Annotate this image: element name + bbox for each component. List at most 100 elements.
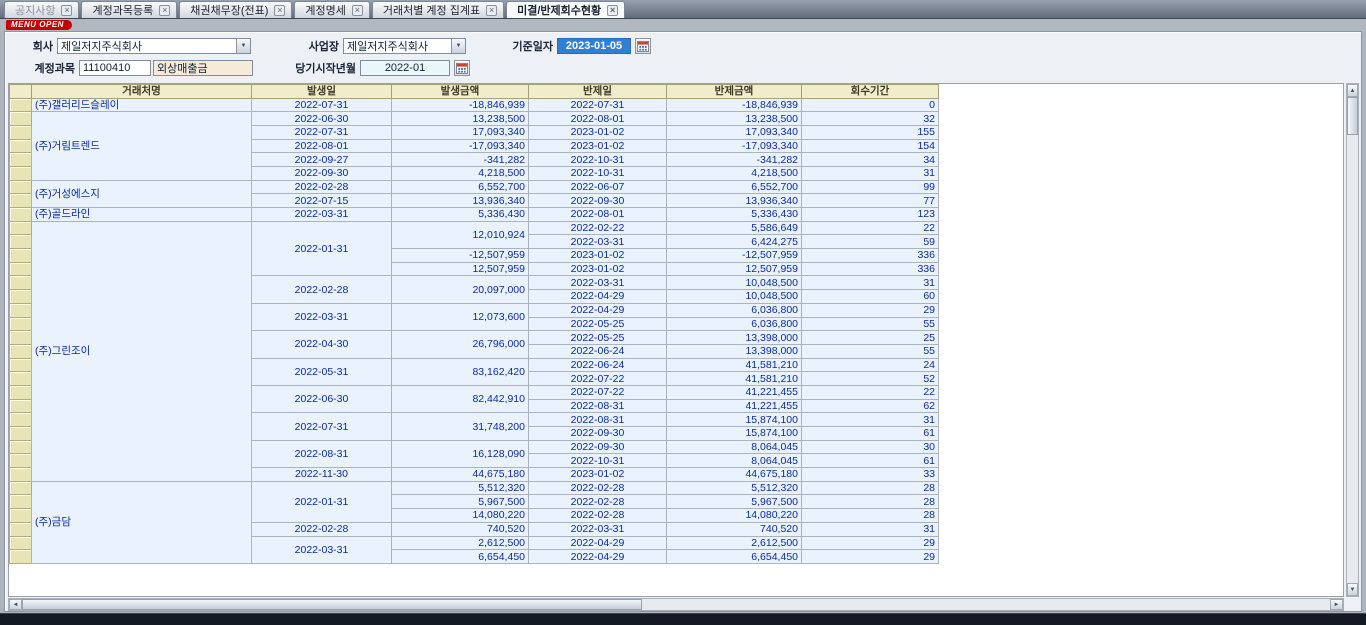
row-selector[interactable] bbox=[10, 358, 32, 372]
collection-days-cell: 32 bbox=[802, 112, 939, 126]
row-selector[interactable] bbox=[10, 317, 32, 331]
settle-amount-cell: 44,675,180 bbox=[667, 468, 802, 482]
row-selector[interactable] bbox=[10, 372, 32, 386]
horizontal-scrollbar[interactable]: ◄ ► bbox=[8, 598, 1344, 611]
settle-amount-cell: 15,874,100 bbox=[667, 427, 802, 441]
table-header-row: 거래처명발생일발생금액반제일반제금액회수기간 bbox=[10, 85, 939, 99]
collection-days-cell: 77 bbox=[802, 194, 939, 208]
row-selector[interactable] bbox=[10, 303, 32, 317]
tab-close-icon[interactable]: × bbox=[486, 5, 497, 16]
row-selector[interactable] bbox=[10, 139, 32, 153]
tab-label: 계정과목등록 bbox=[92, 2, 153, 18]
row-selector[interactable] bbox=[10, 536, 32, 550]
row-selector[interactable] bbox=[10, 454, 32, 468]
tab-close-icon[interactable]: × bbox=[352, 5, 363, 16]
collection-days-cell: 22 bbox=[802, 385, 939, 399]
row-selector[interactable] bbox=[10, 235, 32, 249]
scroll-left-icon[interactable]: ◄ bbox=[9, 599, 22, 610]
tab-거래처별 계정 집계표[interactable]: 거래처별 계정 집계표 × bbox=[372, 1, 504, 18]
row-selector[interactable] bbox=[10, 166, 32, 180]
horizontal-scroll-thumb[interactable] bbox=[22, 599, 642, 610]
row-selector[interactable] bbox=[10, 440, 32, 454]
occur-amount-cell: 12,507,959 bbox=[392, 262, 529, 276]
settle-amount-cell: 15,874,100 bbox=[667, 413, 802, 427]
table-row: (주)갤러리드슬레이2022-07-31-18,846,9392022-07-3… bbox=[10, 98, 939, 112]
settle-amount-cell: 17,093,340 bbox=[667, 125, 802, 139]
row-selector[interactable] bbox=[10, 98, 32, 112]
row-selector[interactable] bbox=[10, 208, 32, 222]
settle-amount-cell: 5,967,500 bbox=[667, 495, 802, 509]
settle-amount-cell: -17,093,340 bbox=[667, 139, 802, 153]
row-selector[interactable] bbox=[10, 344, 32, 358]
vertical-scrollbar[interactable]: ▲ ▼ bbox=[1346, 83, 1359, 597]
tab-계정과목등록[interactable]: 계정과목등록 × bbox=[81, 1, 177, 18]
collection-days-cell: 29 bbox=[802, 550, 939, 564]
calendar-icon[interactable] bbox=[454, 60, 470, 76]
row-selector[interactable] bbox=[10, 399, 32, 413]
settle-amount-cell: 10,048,500 bbox=[667, 276, 802, 290]
scroll-up-icon[interactable]: ▲ bbox=[1347, 84, 1358, 97]
collection-days-cell: 31 bbox=[802, 413, 939, 427]
row-selector[interactable] bbox=[10, 194, 32, 208]
period-start-value: 2022-01 bbox=[385, 62, 425, 74]
row-selector[interactable] bbox=[10, 331, 32, 345]
row-selector[interactable] bbox=[10, 481, 32, 495]
column-header[interactable]: 발생일 bbox=[252, 85, 392, 99]
row-selector[interactable] bbox=[10, 495, 32, 509]
menu-open-button[interactable]: MENU OPEN bbox=[6, 20, 72, 30]
tab-채권채무장(전표)[interactable]: 채권채무장(전표)× bbox=[179, 1, 292, 18]
column-header[interactable]: 발생금액 bbox=[392, 85, 529, 99]
calendar-icon[interactable] bbox=[635, 38, 651, 54]
tab-공지사항[interactable]: 공지사항× bbox=[4, 1, 79, 18]
base-date-input[interactable]: 2023-01-05 bbox=[557, 38, 631, 54]
row-selector[interactable] bbox=[10, 290, 32, 304]
column-header[interactable]: 거래처명 bbox=[32, 85, 252, 99]
row-selector[interactable] bbox=[10, 550, 32, 564]
row-selector[interactable] bbox=[10, 427, 32, 441]
row-selector[interactable] bbox=[10, 112, 32, 126]
calendar-glyph bbox=[637, 40, 649, 52]
vertical-scroll-thumb[interactable] bbox=[1347, 97, 1358, 135]
row-selector[interactable] bbox=[10, 413, 32, 427]
tab-close-icon[interactable]: × bbox=[607, 5, 618, 16]
settle-date-cell: 2022-09-30 bbox=[529, 440, 667, 454]
row-selector[interactable] bbox=[10, 522, 32, 536]
tab-close-icon[interactable]: × bbox=[61, 5, 72, 16]
scroll-right-icon[interactable]: ► bbox=[1330, 599, 1343, 610]
settle-date-cell: 2022-02-28 bbox=[529, 509, 667, 523]
period-start-input[interactable]: 2022-01 bbox=[360, 60, 450, 76]
row-selector[interactable] bbox=[10, 276, 32, 290]
collection-days-cell: 123 bbox=[802, 208, 939, 222]
settle-date-cell: 2022-02-28 bbox=[529, 481, 667, 495]
tab-close-icon[interactable]: × bbox=[159, 5, 170, 16]
account-code-input[interactable]: 11100410 bbox=[79, 60, 151, 76]
chevron-down-icon[interactable]: ▼ bbox=[236, 39, 250, 53]
horizontal-scroll-track[interactable] bbox=[642, 599, 1330, 610]
occur-date-cell: 2022-02-28 bbox=[252, 522, 392, 536]
site-select[interactable]: 제일저지주식회사 ▼ bbox=[343, 38, 466, 54]
scroll-down-icon[interactable]: ▼ bbox=[1347, 583, 1358, 596]
occur-date-cell: 2022-02-28 bbox=[252, 276, 392, 303]
settle-date-cell: 2022-03-31 bbox=[529, 276, 667, 290]
row-selector[interactable] bbox=[10, 249, 32, 263]
collection-days-cell: 154 bbox=[802, 139, 939, 153]
tab-미결/반제회수현황[interactable]: 미결/반제회수현황× bbox=[506, 1, 625, 18]
column-header[interactable]: 반제일 bbox=[529, 85, 667, 99]
tab-label: 거래처별 계정 집계표 bbox=[383, 2, 480, 18]
row-selector[interactable] bbox=[10, 262, 32, 276]
row-selector[interactable] bbox=[10, 385, 32, 399]
settle-amount-cell: -341,282 bbox=[667, 153, 802, 167]
row-selector[interactable] bbox=[10, 221, 32, 235]
settle-date-cell: 2022-03-31 bbox=[529, 235, 667, 249]
tab-close-icon[interactable]: × bbox=[274, 5, 285, 16]
column-header[interactable]: 회수기간 bbox=[802, 85, 939, 99]
chevron-down-icon[interactable]: ▼ bbox=[451, 39, 465, 53]
column-header[interactable]: 반제금액 bbox=[667, 85, 802, 99]
row-selector[interactable] bbox=[10, 468, 32, 482]
row-selector[interactable] bbox=[10, 125, 32, 139]
company-select[interactable]: 제일저지주식회사 ▼ bbox=[57, 38, 251, 54]
row-selector[interactable] bbox=[10, 153, 32, 167]
tab-계정명세[interactable]: 계정명세× bbox=[294, 1, 369, 18]
row-selector[interactable] bbox=[10, 509, 32, 523]
row-selector[interactable] bbox=[10, 180, 32, 194]
